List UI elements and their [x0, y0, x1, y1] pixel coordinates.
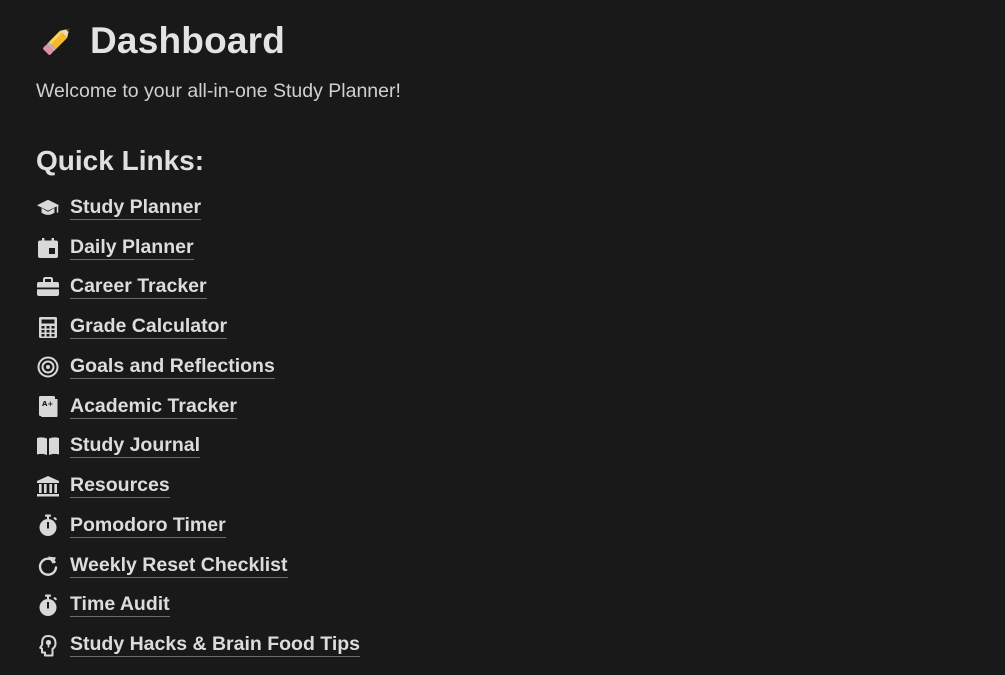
svg-text:A+: A+ — [42, 400, 53, 408]
quick-link-weekly-reset-checklist[interactable]: Weekly Reset Checklist — [36, 546, 985, 586]
quick-link-label[interactable]: Study Hacks & Brain Food Tips — [70, 633, 361, 658]
quick-link-label[interactable]: Time Audit — [70, 593, 170, 618]
quick-link-label[interactable]: Resources — [70, 474, 170, 499]
welcome-text: Welcome to your all-in-one Study Planner… — [36, 80, 401, 102]
report-card-icon: A+ — [36, 395, 60, 419]
page-header: Dashboard — [36, 14, 985, 66]
quick-link-label[interactable]: Study Journal — [70, 434, 201, 459]
quick-link-daily-planner[interactable]: Daily Planner — [36, 228, 985, 268]
quick-link-career-tracker[interactable]: Career Tracker — [36, 268, 985, 308]
quick-link-academic-tracker[interactable]: A+ Academic Tracker — [36, 387, 985, 427]
graduation-cap-icon — [36, 196, 60, 220]
quick-link-time-audit[interactable]: Time Audit — [36, 586, 985, 626]
briefcase-icon — [36, 275, 60, 299]
quick-link-label[interactable]: Academic Tracker — [70, 395, 237, 419]
refresh-icon — [36, 554, 60, 578]
quick-link-label[interactable]: Pomodoro Timer — [70, 514, 226, 538]
quick-link-label[interactable]: Grade Calculator — [70, 315, 228, 340]
building-columns-icon — [36, 474, 60, 498]
quick-link-label[interactable]: Study Planner — [70, 196, 202, 220]
quick-link-label[interactable]: Goals and Reflections — [70, 355, 275, 379]
quick-link-study-journal[interactable]: Study Journal — [36, 427, 985, 467]
quick-link-resources[interactable]: Resources — [36, 466, 985, 506]
pencil-icon[interactable] — [38, 20, 78, 60]
quick-link-grade-calculator[interactable]: Grade Calculator — [36, 307, 985, 347]
quick-link-goals-and-reflections[interactable]: Goals and Reflections — [36, 347, 985, 387]
calculator-icon — [36, 315, 60, 339]
dashboard-page: Dashboard Welcome to your all-in-one Stu… — [36, 14, 985, 665]
brain-head-icon — [36, 633, 60, 657]
open-book-icon — [36, 434, 60, 458]
calendar-icon — [36, 236, 60, 260]
quick-links-list: Study Planner Daily Planner Career Track… — [36, 188, 985, 665]
stopwatch-icon — [36, 593, 60, 617]
quick-link-study-hacks-brain-food-tips[interactable]: Study Hacks & Brain Food Tips — [36, 625, 985, 665]
stopwatch-icon — [36, 514, 60, 538]
page-title: Dashboard — [90, 19, 286, 61]
quick-link-label[interactable]: Daily Planner — [70, 236, 194, 260]
quick-link-label[interactable]: Career Tracker — [70, 275, 207, 300]
quick-link-label[interactable]: Weekly Reset Checklist — [70, 554, 288, 578]
quick-link-study-planner[interactable]: Study Planner — [36, 188, 985, 228]
target-icon — [36, 355, 60, 379]
quick-links-heading: Quick Links: — [36, 145, 205, 176]
quick-link-pomodoro-timer[interactable]: Pomodoro Timer — [36, 506, 985, 546]
